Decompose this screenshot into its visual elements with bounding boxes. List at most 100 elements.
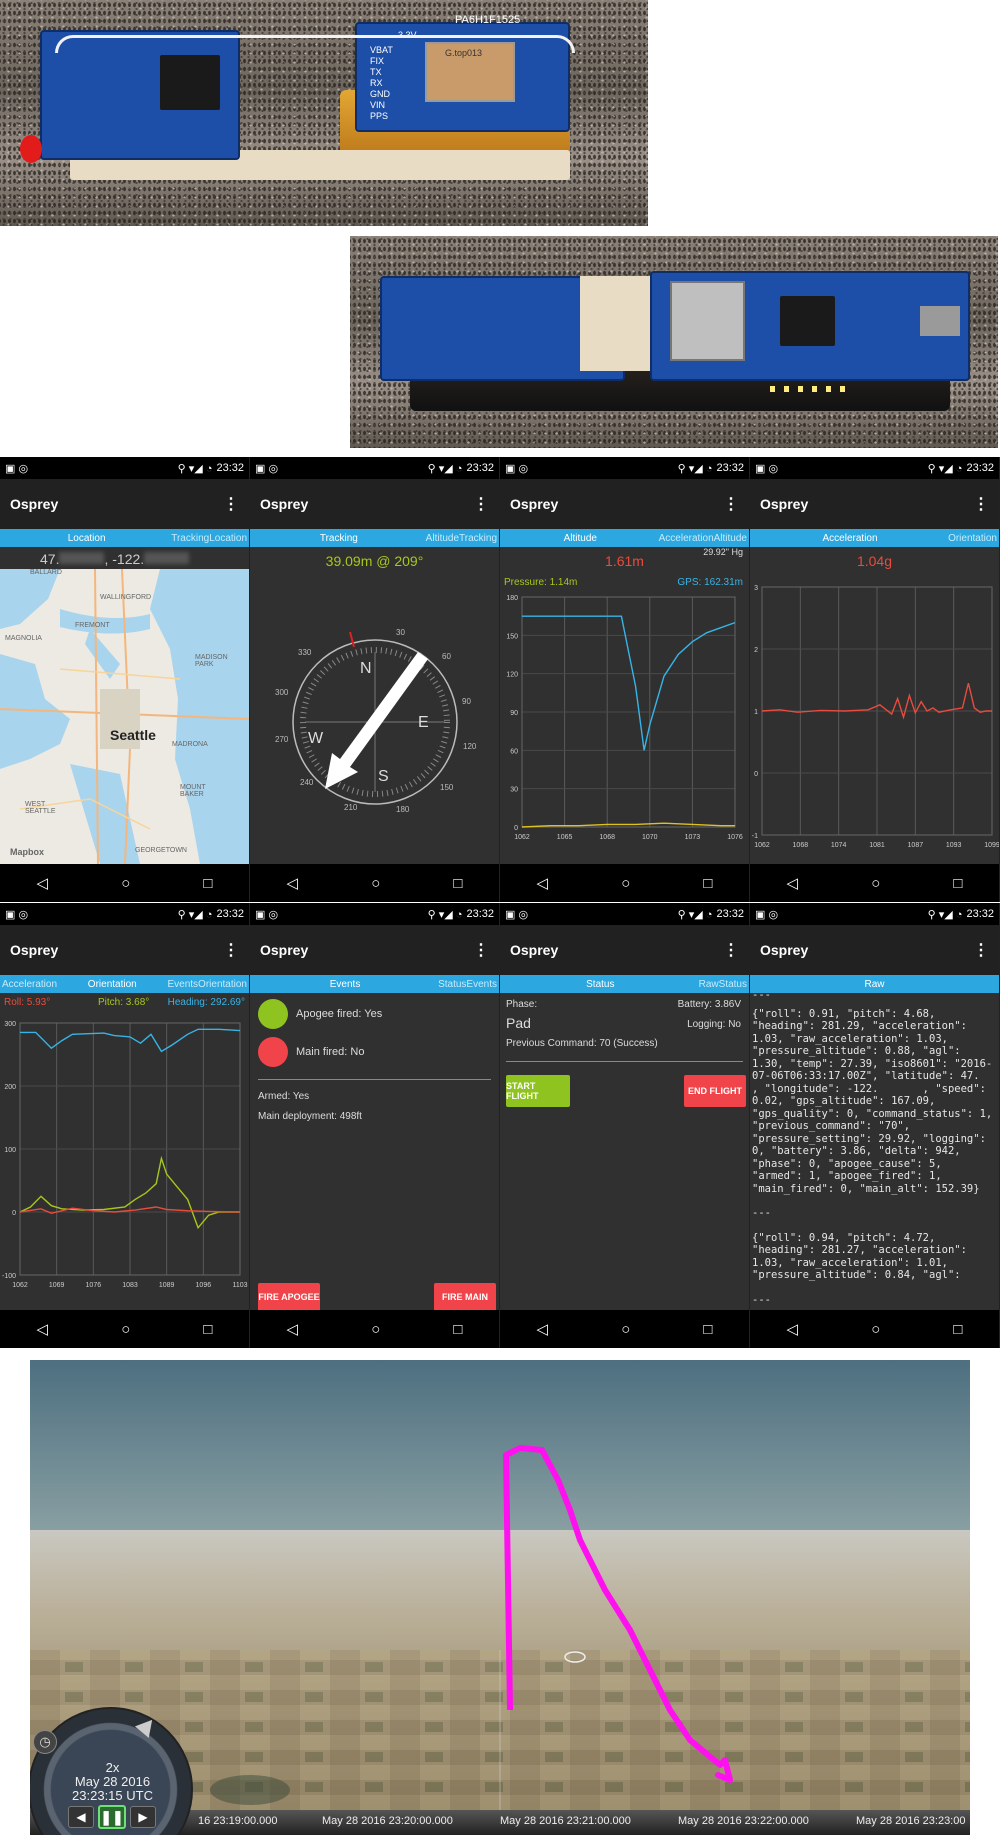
tab-acceleration[interactable]: Acceleration bbox=[823, 533, 878, 544]
play-forward-icon[interactable]: ▶ bbox=[130, 1806, 156, 1828]
x-tick-label: 1076 bbox=[727, 834, 743, 841]
app-bar: Osprey ⋮ bbox=[250, 925, 499, 975]
x-tick-label: 1087 bbox=[908, 842, 924, 849]
overflow-menu-icon[interactable]: ⋮ bbox=[723, 940, 739, 960]
back-icon[interactable]: ◁ bbox=[37, 874, 49, 892]
cesium-3d-view[interactable]: 16 23:19:00.000 May 28 2016 23:20:00.000… bbox=[30, 1360, 970, 1835]
map[interactable]: BALLARD WALLINGFORD FREMONT MAGNOLIA MAD… bbox=[0, 569, 249, 864]
app-title: Osprey bbox=[10, 942, 59, 958]
map-label: FREMONT bbox=[75, 622, 110, 629]
home-icon[interactable]: ○ bbox=[371, 875, 380, 892]
pause-icon[interactable]: ❚❚ bbox=[98, 1805, 126, 1829]
overflow-menu-icon[interactable]: ⋮ bbox=[973, 940, 989, 960]
x-tick-label: 1081 bbox=[869, 842, 885, 849]
map-label: MADISON PARK bbox=[195, 654, 228, 668]
home-icon[interactable]: ○ bbox=[121, 875, 130, 892]
overflow-menu-icon[interactable]: ⋮ bbox=[223, 494, 239, 514]
home-icon[interactable]: ○ bbox=[871, 875, 880, 892]
deployment-status: Main deployment: 498ft bbox=[258, 1111, 362, 1122]
overflow-menu-icon[interactable]: ⋮ bbox=[473, 940, 489, 960]
tab-next[interactable]: AltitudeTracking bbox=[426, 533, 497, 544]
android-icon: ▣ ◎ bbox=[505, 462, 529, 475]
tab-prev[interactable]: Acceleration bbox=[2, 979, 57, 990]
raw-log[interactable]: --- {"roll": 0.91, "pitch": 4.68, "headi… bbox=[750, 993, 999, 1310]
tab-next[interactable]: TrackingLocation bbox=[171, 533, 247, 544]
acceleration-chart: 1062 1068 1074 1081 1087 1093 1099 -1 0 1 2 3 bbox=[752, 585, 999, 849]
mapbox-logo[interactable]: Mapbox bbox=[10, 847, 44, 857]
pin-label: VIN bbox=[370, 100, 386, 110]
back-icon[interactable]: ◁ bbox=[287, 1320, 299, 1338]
home-icon[interactable]: ○ bbox=[621, 1321, 630, 1338]
overflow-menu-icon[interactable]: ⋮ bbox=[973, 494, 989, 514]
tab-next[interactable]: RawStatus bbox=[699, 979, 747, 990]
home-icon[interactable]: ○ bbox=[121, 1321, 130, 1338]
screen-raw: ▣ ◎ ⚲ ▾◢ ◔ 23:32 Osprey ⋮ Raw --- {"roll": … bbox=[750, 903, 1000, 1348]
nav-bar: ◁ ○ □ bbox=[750, 864, 999, 902]
tab-next[interactable]: AccelerationAltitude bbox=[659, 533, 747, 544]
signal-icon: ⚲ ▾◢ ◔ bbox=[427, 908, 463, 921]
tab-altitude[interactable]: Altitude bbox=[564, 533, 597, 544]
status-bar: ▣ ◎ ⚲ ▾◢ ◔ 23:32 bbox=[250, 903, 499, 925]
status-leds bbox=[770, 386, 850, 392]
clock-icon[interactable]: ◷ bbox=[33, 1730, 57, 1754]
x-tick-label: 1083 bbox=[122, 1282, 138, 1289]
photo-device-top: PA6H1F1525 G.top013 3.3V VBAT FIX TX RX … bbox=[0, 0, 648, 226]
status-bar: ▣ ◎ ⚲ ▾◢ ◔ 23:32 bbox=[0, 903, 249, 925]
recents-icon[interactable]: □ bbox=[453, 1321, 462, 1338]
start-flight-button[interactable]: START FLIGHT bbox=[506, 1075, 570, 1107]
end-flight-button[interactable]: END FLIGHT bbox=[684, 1075, 746, 1107]
dial-label: 270 bbox=[275, 735, 289, 744]
back-icon[interactable]: ◁ bbox=[37, 1320, 49, 1338]
x-tick-label: 1093 bbox=[946, 842, 962, 849]
tab-status[interactable]: Status bbox=[586, 979, 614, 990]
recents-icon[interactable]: □ bbox=[453, 875, 462, 892]
back-icon[interactable]: ◁ bbox=[787, 1320, 799, 1338]
back-icon[interactable]: ◁ bbox=[537, 1320, 549, 1338]
recents-icon[interactable]: □ bbox=[703, 875, 712, 892]
recents-icon[interactable]: □ bbox=[203, 875, 212, 892]
back-icon[interactable]: ◁ bbox=[537, 874, 549, 892]
back-icon[interactable]: ◁ bbox=[287, 874, 299, 892]
android-icon: ▣ ◎ bbox=[5, 462, 29, 475]
y-tick-label: 0 bbox=[12, 1210, 16, 1217]
recents-icon[interactable]: □ bbox=[953, 1321, 962, 1338]
tab-orientation[interactable]: Orientation bbox=[88, 979, 137, 990]
y-tick-label: 120 bbox=[506, 672, 518, 679]
roll-readout: Roll: 5.93° bbox=[4, 997, 51, 1008]
home-icon[interactable]: ○ bbox=[621, 875, 630, 892]
tab-bar: Status RawStatus bbox=[500, 975, 749, 993]
series-line bbox=[522, 615, 736, 751]
overflow-menu-icon[interactable]: ⋮ bbox=[723, 494, 739, 514]
recents-icon[interactable]: □ bbox=[953, 875, 962, 892]
home-icon[interactable]: ○ bbox=[871, 1321, 880, 1338]
timeline-tick: May 28 2016 23:22:00.000 bbox=[678, 1815, 809, 1827]
timeline-tick: May 28 2016 23:23:00 bbox=[856, 1815, 966, 1827]
signal-icon: ⚲ ▾◢ ◔ bbox=[927, 908, 963, 921]
sd-card-slot bbox=[670, 281, 745, 361]
recents-icon[interactable]: □ bbox=[203, 1321, 212, 1338]
screen-location: ▣ ◎ ⚲ ▾◢ ◔ 23:32 Osprey ⋮ Location TrackingL… bbox=[0, 457, 250, 902]
status-bar: ▣ ◎ ⚲ ▾◢ ◔ 23:32 bbox=[500, 903, 749, 925]
tab-location[interactable]: Location bbox=[68, 533, 106, 544]
map-label: MAGNOLIA bbox=[5, 635, 42, 642]
clock: 23:32 bbox=[466, 462, 494, 474]
tab-next[interactable]: Orientation bbox=[948, 533, 997, 544]
recents-icon[interactable]: □ bbox=[703, 1321, 712, 1338]
overflow-menu-icon[interactable]: ⋮ bbox=[223, 940, 239, 960]
fire-apogee-button[interactable]: FIRE APOGEE bbox=[258, 1283, 320, 1311]
back-icon[interactable]: ◁ bbox=[787, 874, 799, 892]
overflow-menu-icon[interactable]: ⋮ bbox=[473, 494, 489, 514]
tab-tracking[interactable]: Tracking bbox=[320, 533, 358, 544]
tab-next[interactable]: StatusEvents bbox=[438, 979, 497, 990]
y-tick-label: 0 bbox=[754, 771, 758, 778]
tab-bar: Tracking AltitudeTracking bbox=[250, 529, 499, 547]
tab-next[interactable]: EventsOrientation bbox=[167, 979, 247, 990]
app-bar: Osprey ⋮ bbox=[0, 479, 249, 529]
home-icon[interactable]: ○ bbox=[371, 1321, 380, 1338]
tab-events[interactable]: Events bbox=[330, 979, 361, 990]
gps-pin-labels: VBAT FIX TX RX GND VIN PPS bbox=[370, 45, 393, 122]
main-status: Main fired: No bbox=[296, 1046, 365, 1058]
play-reverse-icon[interactable]: ◀ bbox=[68, 1806, 94, 1828]
tab-raw[interactable]: Raw bbox=[864, 979, 884, 990]
fire-main-button[interactable]: FIRE MAIN bbox=[434, 1283, 496, 1311]
